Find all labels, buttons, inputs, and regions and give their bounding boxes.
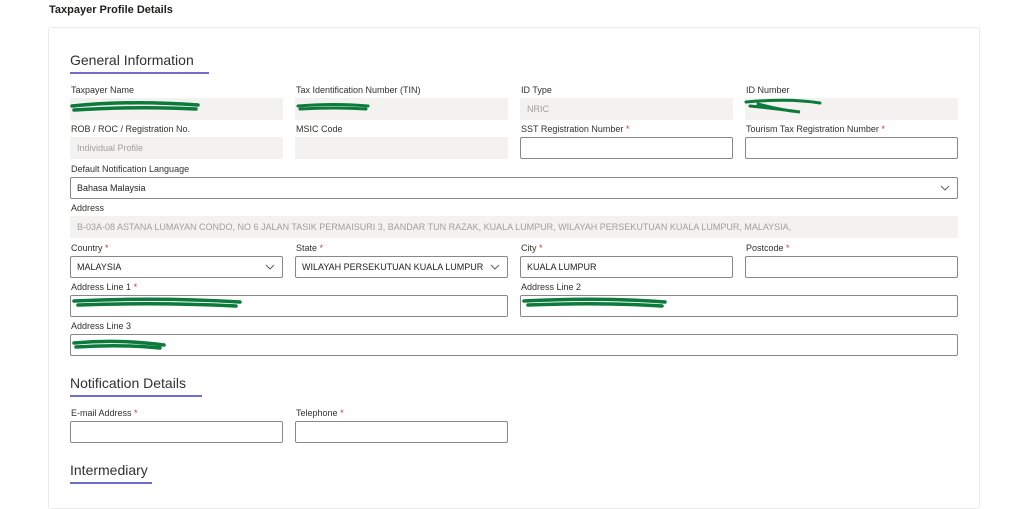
telephone-label: Telephone * [296, 408, 344, 418]
state-value: WILAYAH PERSEKUTUAN KUALA LUMPUR [302, 262, 484, 272]
language-label: Default Notification Language [71, 164, 190, 174]
language-select[interactable]: Bahasa Malaysia [70, 177, 958, 199]
required-marker: * [786, 243, 790, 253]
section-title-intermediary: Intermediary [70, 462, 148, 478]
city-label: City * [521, 243, 543, 253]
required-marker: * [881, 124, 885, 134]
email-label: E-mail Address * [71, 408, 138, 418]
section-title-general: General Information [70, 52, 194, 68]
address-line3-label: Address Line 3 [71, 321, 132, 331]
required-marker: * [340, 408, 344, 418]
state-label: State * [296, 243, 324, 253]
msic-label: MSIC Code [296, 124, 343, 134]
chevron-down-icon [265, 264, 275, 270]
id-number-label: ID Number [746, 85, 790, 95]
id-type-field[interactable]: NRIC [520, 98, 733, 120]
profile-card: General Information Taxpayer Name Tax Id… [48, 27, 980, 509]
page-title: Taxpayer Profile Details [49, 4, 173, 16]
required-marker: * [625, 124, 630, 134]
telephone-input[interactable] [295, 421, 508, 443]
address-line2-input[interactable] [520, 295, 958, 317]
chevron-down-icon [490, 264, 500, 270]
address-line2-label: Address Line 2 [521, 282, 582, 292]
address-label: Address [71, 203, 105, 213]
required-marker: * [105, 243, 109, 253]
required-marker: * [133, 282, 138, 292]
required-marker: * [539, 243, 543, 253]
tourism-label: Tourism Tax Registration Number * [746, 124, 885, 134]
chevron-down-icon [940, 185, 950, 191]
address-field[interactable]: B-03A-08 ASTANA LUMAYAN CONDO, NO 6 JALA… [70, 216, 958, 238]
postcode-input[interactable] [745, 256, 958, 278]
tin-label: Tax Identification Number (TIN) [296, 85, 421, 95]
city-input[interactable]: KUALA LUMPUR [520, 256, 733, 278]
address-line1-label: Address Line 1 * [71, 282, 138, 292]
email-input[interactable] [70, 421, 283, 443]
id-number-field[interactable] [745, 98, 958, 120]
state-select[interactable]: WILAYAH PERSEKUTUAN KUALA LUMPUR [295, 256, 508, 278]
required-marker: * [319, 243, 324, 253]
required-marker: * [134, 408, 138, 418]
sst-label: SST Registration Number * [521, 124, 630, 134]
language-value: Bahasa Malaysia [77, 183, 146, 193]
section-underline [70, 72, 209, 74]
sst-input[interactable] [520, 137, 733, 159]
id-type-label: ID Type [521, 85, 552, 95]
msic-field[interactable] [295, 137, 508, 159]
postcode-label: Postcode * [746, 243, 790, 253]
rob-label: ROB / ROC / Registration No. [71, 124, 191, 134]
taxpayer-name-label: Taxpayer Name [71, 85, 135, 95]
section-underline [70, 482, 152, 484]
country-label: Country * [71, 243, 109, 253]
address-line1-input[interactable] [70, 295, 508, 317]
tourism-input[interactable] [745, 137, 958, 159]
tin-field[interactable] [295, 98, 508, 120]
taxpayer-name-field[interactable] [70, 98, 283, 120]
rob-field[interactable]: Individual Profile [70, 137, 283, 159]
country-value: MALAYSIA [77, 262, 122, 272]
section-underline [70, 395, 202, 397]
section-title-notification: Notification Details [70, 375, 186, 391]
address-line3-input[interactable] [70, 334, 958, 356]
country-select[interactable]: MALAYSIA [70, 256, 283, 278]
